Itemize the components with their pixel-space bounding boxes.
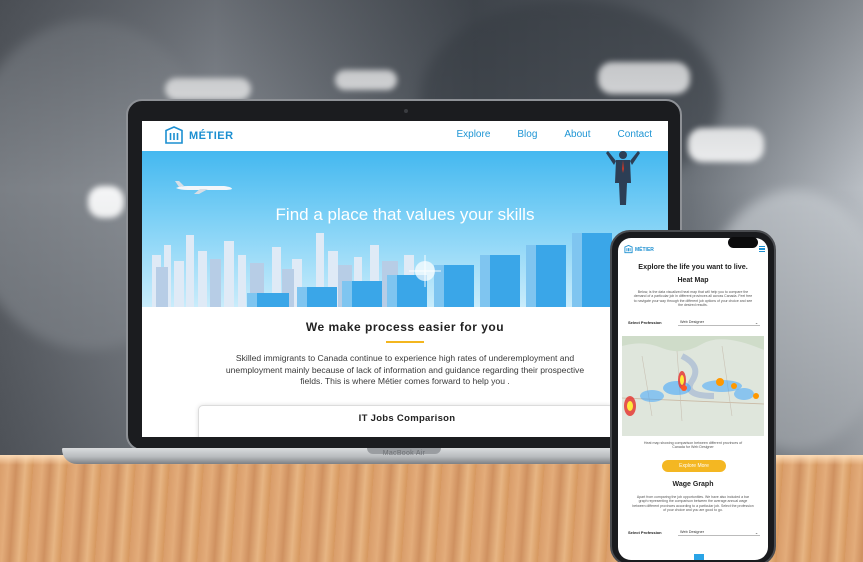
- section-title: We make process easier for you: [305, 320, 505, 334]
- laptop-camera: [404, 109, 408, 113]
- ceiling-light: [598, 62, 690, 94]
- phone-camera: [728, 237, 758, 248]
- profession-select-row-2: Select Profession Web Designer ⌄: [628, 528, 760, 537]
- phone-screen: MÉTIER Explore the life you want to live…: [618, 238, 768, 560]
- nav-contact[interactable]: Contact: [618, 129, 652, 140]
- ceiling-light: [165, 78, 251, 100]
- ceiling-light: [88, 186, 124, 218]
- nav-explore[interactable]: Explore: [456, 129, 490, 140]
- metier-logo-icon: [624, 245, 633, 254]
- explore-more-button[interactable]: Explore More: [662, 460, 726, 472]
- smartphone: MÉTIER Explore the life you want to live…: [610, 230, 776, 562]
- heat-map-caption: Heat map showing comparison between diff…: [643, 441, 743, 450]
- chevron-down-icon: ⌄: [754, 320, 758, 325]
- profession-select-2[interactable]: Web Designer ⌄: [678, 529, 760, 536]
- nav-links: Explore Blog About Contact: [456, 129, 652, 140]
- phone-logo[interactable]: MÉTIER: [624, 245, 654, 254]
- profession-select-value: Web Designer: [680, 320, 704, 324]
- metier-logo-icon: [165, 126, 183, 144]
- laptop: MÉTIER Explore Blog About Contact Find a…: [126, 99, 682, 451]
- logo-text: MÉTIER: [189, 130, 234, 142]
- chevron-down-icon: ⌄: [754, 530, 758, 535]
- select-profession-label-2: Select Profession: [628, 530, 662, 535]
- businessman-figure: [606, 151, 640, 205]
- ceiling-light: [688, 128, 764, 162]
- profession-select[interactable]: Web Designer ⌄: [678, 319, 760, 326]
- section-text: Skilled immigrants to Canada continue to…: [225, 353, 585, 386]
- it-jobs-title: IT Jobs Comparison: [358, 413, 456, 424]
- hero-banner: Find a place that values your skills: [142, 151, 668, 307]
- ceiling-light: [335, 70, 397, 90]
- nav-blog[interactable]: Blog: [517, 129, 537, 140]
- hamburger-menu-icon[interactable]: [759, 246, 765, 253]
- laptop-screen: MÉTIER Explore Blog About Contact Find a…: [142, 121, 668, 437]
- city-skyline-illustration: [152, 233, 612, 307]
- nav-about[interactable]: About: [564, 129, 590, 140]
- heat-map-title: Heat Map: [677, 277, 709, 284]
- profession-select-row: Select Profession Web Designer ⌄: [628, 318, 760, 327]
- select-profession-label: Select Profession: [628, 320, 662, 325]
- it-jobs-card: IT Jobs Comparison: [198, 405, 614, 437]
- section-underline: [386, 341, 424, 343]
- wage-graph-description: Apart from comparing the job opportuniti…: [632, 495, 754, 512]
- site-navbar: MÉTIER Explore Blog About Contact: [142, 121, 668, 151]
- wage-graph-title: Wage Graph: [672, 481, 714, 488]
- site-logo[interactable]: MÉTIER: [164, 126, 234, 146]
- heat-map[interactable]: [622, 336, 764, 436]
- wage-graph-bar: [694, 554, 704, 560]
- profession-select-value-2: Web Designer: [680, 530, 704, 534]
- phone-explore-title: Explore the life you want to live.: [638, 262, 748, 271]
- phone-logo-text: MÉTIER: [635, 246, 654, 253]
- airplane-icon: [175, 181, 232, 194]
- heat-map-description: Below, is the data visualized heat map t…: [633, 290, 753, 307]
